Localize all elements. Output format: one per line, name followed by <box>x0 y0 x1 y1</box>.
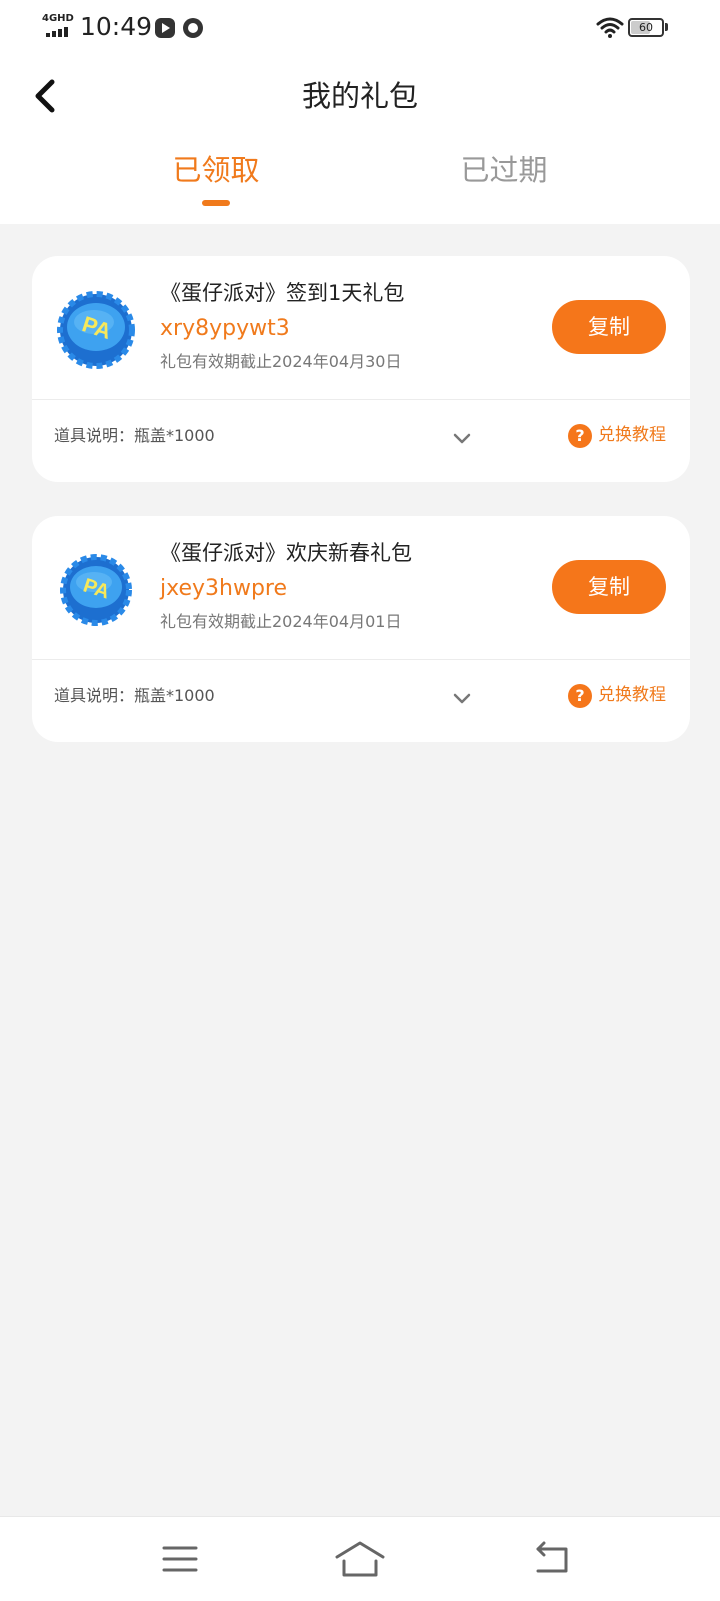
battery-level: 60 <box>639 21 653 34</box>
bottle-cap-icon: PA <box>57 291 135 369</box>
battery-tip <box>665 23 668 31</box>
item-description: 道具说明：瓶盖*1000 <box>54 426 215 445</box>
menu-icon[interactable] <box>162 1543 198 1575</box>
signal-icon: 4GHD <box>42 14 74 40</box>
redeem-tutorial-link[interactable]: 兑换教程 <box>598 682 666 708</box>
system-nav-bar <box>0 1516 720 1601</box>
page-title: 我的礼包 <box>301 79 418 113</box>
redeem-tutorial-link[interactable]: 兑换教程 <box>598 422 666 448</box>
gift-title: 《蛋仔派对》欢庆新春礼包 <box>160 541 412 565</box>
gift-code: jxey3hwpre <box>160 576 288 601</box>
copy-button[interactable]: 复制 <box>552 560 666 614</box>
active-tab-indicator <box>202 200 230 206</box>
network-type: 4GHD <box>42 13 74 24</box>
chevron-down-icon[interactable] <box>450 686 474 710</box>
tab-bar: 已领取 已过期 <box>0 144 720 224</box>
home-icon[interactable] <box>334 1539 386 1579</box>
status-time: 10:49 <box>80 12 153 41</box>
gift-code: xry8ypywt3 <box>160 316 290 341</box>
wifi-icon <box>596 17 624 38</box>
gift-expiry: 礼包有效期截止2024年04月30日 <box>160 352 402 371</box>
video-app-icon <box>155 18 175 38</box>
tab-expired[interactable]: 已过期 <box>404 150 604 190</box>
back-icon[interactable] <box>528 1541 572 1577</box>
search-app-icon <box>183 18 203 38</box>
gift-expiry: 礼包有效期截止2024年04月01日 <box>160 612 402 631</box>
question-icon[interactable]: ? <box>568 424 592 448</box>
gift-card: PA 《蛋仔派对》欢庆新春礼包 jxey3hwpre 礼包有效期截止2024年0… <box>32 516 690 742</box>
divider <box>32 399 690 400</box>
status-bar: 4GHD 10:49 60 <box>0 0 720 56</box>
bottle-cap-icon: PA <box>60 554 132 626</box>
chevron-down-icon[interactable] <box>450 426 474 450</box>
tab-received[interactable]: 已领取 <box>116 150 316 190</box>
copy-button[interactable]: 复制 <box>552 300 666 354</box>
gift-title: 《蛋仔派对》签到1天礼包 <box>160 281 405 305</box>
battery-icon: 60 <box>628 18 664 37</box>
header: 我的礼包 <box>0 56 720 136</box>
question-icon[interactable]: ? <box>568 684 592 708</box>
gift-card: PA 《蛋仔派对》签到1天礼包 xry8ypywt3 礼包有效期截止2024年0… <box>32 256 690 482</box>
item-description: 道具说明：瓶盖*1000 <box>54 686 215 705</box>
divider <box>32 659 690 660</box>
